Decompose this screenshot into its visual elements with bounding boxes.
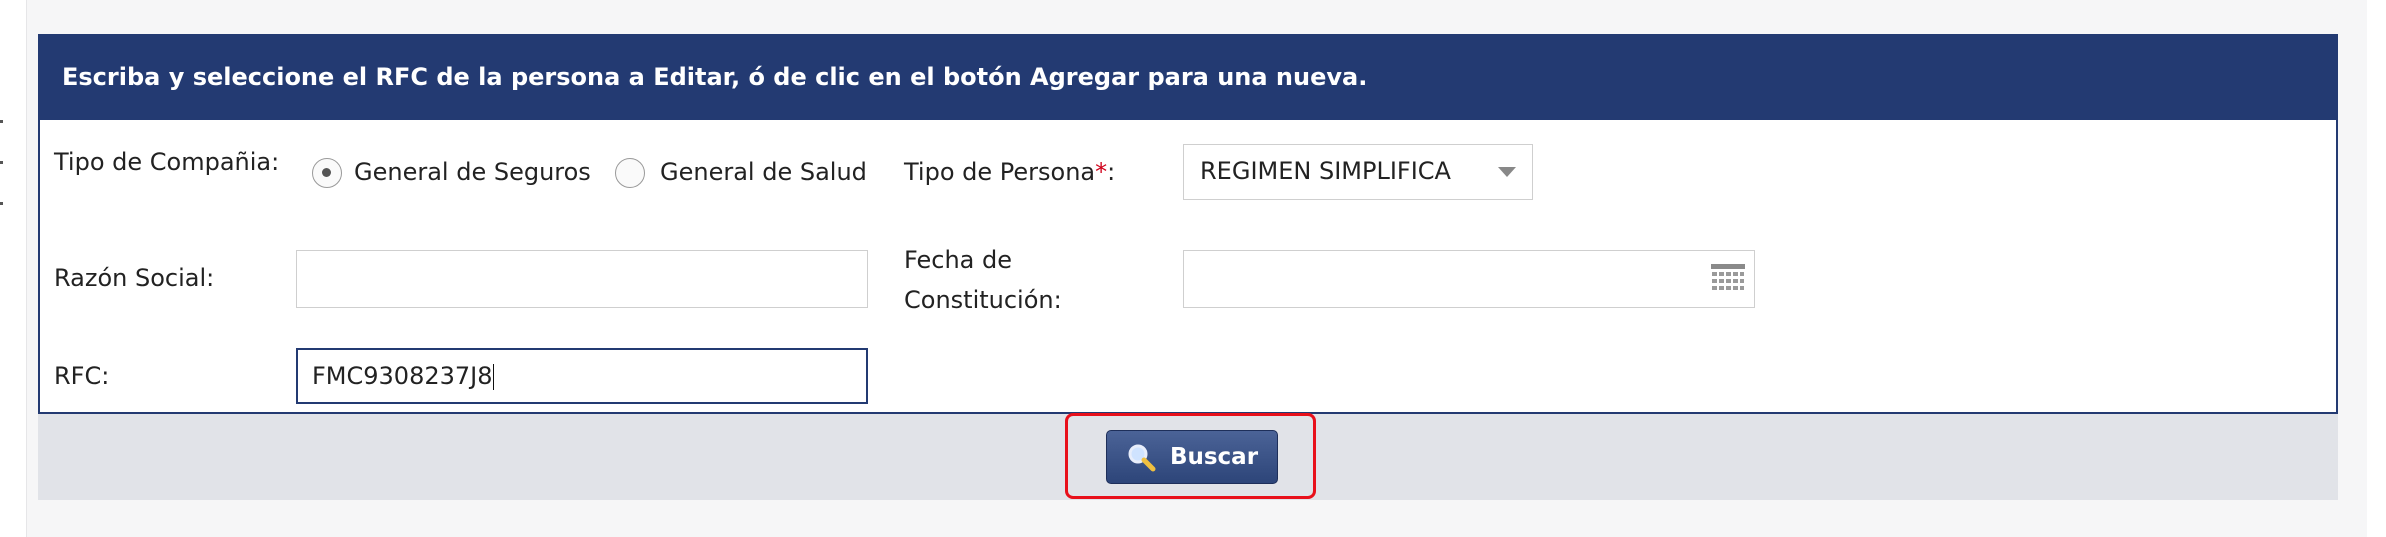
search-button-label: Buscar [1169, 444, 1259, 470]
text-caret [492, 364, 494, 390]
fecha-label-line2: Constitución: [904, 286, 1062, 314]
search-form: Tipo de Compañia: General de Seguros Gen… [38, 120, 2338, 414]
person-type-label: Tipo de Persona*: [904, 158, 1116, 186]
radio-general-salud[interactable] [615, 158, 645, 188]
instruction-header: Escriba y seleccione el RFC de la person… [38, 34, 2338, 120]
radio-general-salud-label[interactable]: General de Salud [660, 158, 867, 186]
radio-general-seguros[interactable] [312, 158, 342, 188]
rfc-label: RFC: [54, 362, 110, 390]
radio-general-seguros-label[interactable]: General de Seguros [354, 158, 591, 186]
rfc-input[interactable]: FMC9308237J8 [296, 348, 868, 404]
search-button[interactable]: Buscar [1106, 430, 1278, 484]
person-type-select[interactable]: REGIMEN SIMPLIFICA [1183, 144, 1533, 200]
calendar-icon[interactable] [1710, 263, 1746, 295]
required-mark: * [1095, 158, 1108, 186]
person-type-selected: REGIMEN SIMPLIFICA [1200, 157, 1451, 185]
razon-social-input[interactable] [296, 250, 868, 308]
fecha-label-line1: Fecha de [904, 246, 1012, 274]
chevron-down-icon [1498, 167, 1516, 177]
company-type-label: Tipo de Compañia: [54, 148, 280, 176]
page: Escriba y seleccione el RFC de la person… [0, 0, 2386, 537]
rfc-value: FMC9308237J8 [312, 362, 493, 390]
fecha-constitucion-input[interactable] [1183, 250, 1755, 308]
razon-social-label: Razón Social: [54, 264, 215, 292]
left-edge-marks [0, 120, 6, 243]
magnifier-icon [1128, 444, 1156, 472]
